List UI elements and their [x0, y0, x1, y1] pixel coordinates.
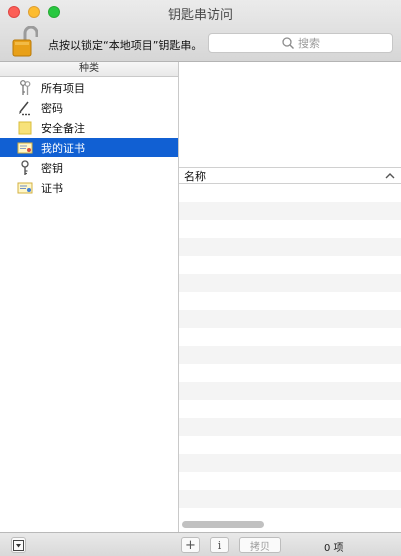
sidebar-item-my-certificates[interactable]: 我的证书 [0, 138, 178, 157]
search-field[interactable]: 搜索 [208, 33, 393, 53]
sidebar-item-all[interactable]: 所有项目 [0, 78, 178, 97]
my-certificate-icon [17, 140, 33, 156]
sidebar-item-secure-notes[interactable]: 安全备注 [0, 118, 178, 137]
sidebar-item-label: 密码 [41, 101, 63, 115]
sidebar-item-label: 密钥 [41, 161, 63, 175]
secure-note-icon [17, 120, 33, 136]
dropdown-icon [13, 539, 24, 551]
table-row [179, 454, 401, 472]
password-icon [17, 100, 33, 116]
table-row [179, 274, 401, 292]
title-toolbar: 钥匙串访问 点按以锁定“本地项目”钥匙串。 搜索 [0, 0, 401, 62]
sidebar-item-keys[interactable]: 密钥 [0, 158, 178, 177]
bottom-bar: + i 拷贝 0 项 [0, 532, 401, 556]
category-sidebar: 种类 所有项目 密码 安全备注 我的证书 密钥 证书 [0, 62, 179, 532]
table-row [179, 418, 401, 436]
info-button[interactable]: i [210, 537, 229, 553]
column-header-label: 名称 [184, 169, 206, 183]
table-row [179, 310, 401, 328]
all-items-icon [17, 79, 33, 96]
table-row [179, 238, 401, 256]
sort-ascending-icon [385, 172, 395, 178]
search-placeholder: 搜索 [298, 37, 320, 50]
sidebar-item-label: 我的证书 [41, 141, 85, 155]
certificate-icon [17, 180, 33, 196]
keychain-window: 钥匙串访问 点按以锁定“本地项目”钥匙串。 搜索 种类 所有项目 密码 安全备注… [0, 0, 401, 556]
lock-icon[interactable] [12, 25, 39, 58]
sidebar-item-certificates[interactable]: 证书 [0, 178, 178, 197]
sidebar-item-label: 证书 [41, 181, 63, 195]
sidebar-item-passwords[interactable]: 密码 [0, 98, 178, 117]
table-row [179, 346, 401, 364]
table-row [179, 202, 401, 220]
table-row [179, 382, 401, 400]
table-row [179, 490, 401, 508]
items-table-body [179, 184, 401, 518]
key-icon [17, 159, 33, 176]
search-icon [282, 37, 294, 49]
sidebar-item-label: 所有项目 [41, 81, 85, 95]
items-pane: 名称 [179, 62, 401, 532]
sidebar-item-label: 安全备注 [41, 121, 85, 135]
view-options-button[interactable] [11, 537, 26, 553]
window-title: 钥匙串访问 [167, 8, 233, 23]
add-button[interactable]: + [181, 537, 200, 553]
item-count: 0 项 [324, 543, 344, 554]
horizontal-scrollbar[interactable] [182, 521, 264, 528]
sidebar-header: 种类 [0, 62, 178, 77]
copy-button[interactable]: 拷贝 [239, 537, 281, 553]
column-header-name[interactable]: 名称 [179, 167, 401, 184]
lock-instruction: 点按以锁定“本地项目”钥匙串。 [48, 39, 203, 52]
